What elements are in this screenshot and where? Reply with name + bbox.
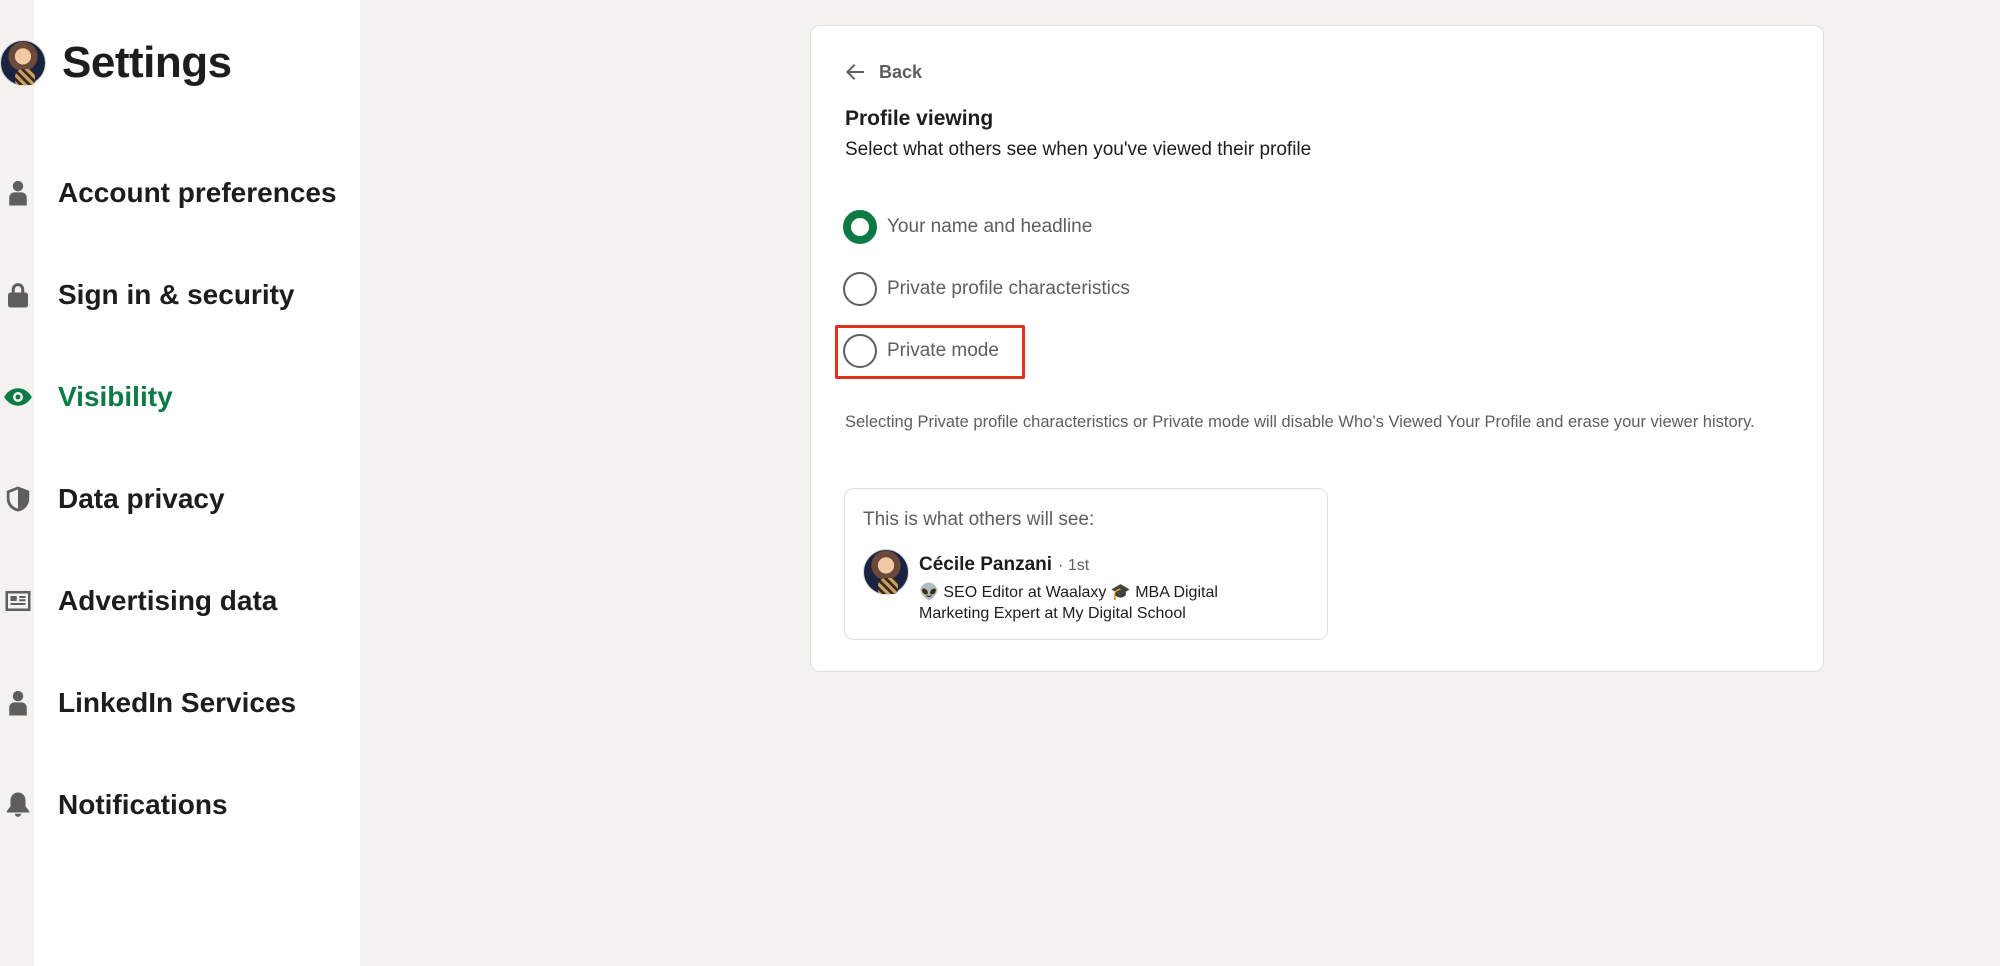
disclaimer-text: Selecting Private profile characteristic… bbox=[845, 413, 1755, 431]
lock-icon bbox=[0, 277, 36, 313]
section-title: Profile viewing bbox=[845, 107, 994, 130]
section-subtitle: Select what others see when you've viewe… bbox=[845, 139, 1312, 160]
sidebar-item-label: Data privacy bbox=[58, 483, 225, 514]
option-name-and-headline[interactable]: Your name and headline bbox=[843, 210, 1092, 244]
person-icon bbox=[0, 685, 36, 721]
settings-nav: Account preferences Sign in & security V… bbox=[0, 142, 360, 856]
sidebar-item-label: Account preferences bbox=[58, 177, 337, 208]
sidebar-item-label: LinkedIn Services bbox=[58, 687, 297, 718]
sidebar-item-sign-in-security[interactable]: Sign in & security bbox=[0, 244, 360, 346]
preview-card: This is what others will see: Cécile Pan… bbox=[844, 488, 1328, 640]
bell-icon bbox=[0, 787, 36, 823]
option-label: Private mode bbox=[887, 340, 999, 361]
sidebar-item-label: Advertising data bbox=[58, 585, 278, 616]
avatar[interactable] bbox=[0, 40, 46, 86]
page-title: Settings bbox=[62, 38, 232, 87]
person-icon bbox=[0, 175, 36, 211]
option-private-mode[interactable]: Private mode bbox=[843, 334, 999, 368]
sidebar-header: Settings bbox=[0, 38, 232, 88]
preview-headline: 👽 SEO Editor at Waalaxy 🎓 MBA Digital Ma… bbox=[919, 584, 1218, 622]
preview-heading: This is what others will see: bbox=[863, 509, 1095, 530]
back-label: Back bbox=[879, 61, 923, 82]
radio-button[interactable] bbox=[843, 334, 877, 368]
eye-icon bbox=[0, 379, 36, 415]
sidebar-item-label: Notifications bbox=[58, 789, 228, 820]
newspaper-icon bbox=[0, 583, 36, 619]
preview-avatar bbox=[863, 549, 909, 595]
shield-icon bbox=[0, 481, 36, 517]
sidebar-item-label: Sign in & security bbox=[58, 279, 295, 310]
radio-button-checked[interactable] bbox=[843, 210, 877, 244]
arrow-left-icon bbox=[846, 64, 864, 80]
option-private-profile-characteristics[interactable]: Private profile characteristics bbox=[843, 272, 1130, 306]
sidebar-item-linkedin-services[interactable]: LinkedIn Services bbox=[0, 652, 360, 754]
option-label: Private profile characteristics bbox=[887, 278, 1130, 299]
sidebar-item-label: Visibility bbox=[58, 381, 173, 412]
option-label: Your name and headline bbox=[887, 216, 1093, 237]
radio-button[interactable] bbox=[843, 272, 877, 306]
profile-viewing-card: Back Profile viewing Select what others … bbox=[810, 25, 1824, 672]
preview-name-line: Cécile Panzani · 1st bbox=[919, 554, 1089, 576]
sidebar: Settings Account preferences Sign in & s… bbox=[0, 0, 360, 966]
connection-degree: · 1st bbox=[1058, 557, 1090, 574]
back-button[interactable]: Back bbox=[843, 60, 922, 84]
sidebar-item-advertising-data[interactable]: Advertising data bbox=[0, 550, 360, 652]
preview-name: Cécile Panzani bbox=[919, 554, 1053, 575]
sidebar-item-data-privacy[interactable]: Data privacy bbox=[0, 448, 360, 550]
sidebar-item-visibility[interactable]: Visibility bbox=[0, 346, 360, 448]
sidebar-item-notifications[interactable]: Notifications bbox=[0, 754, 360, 856]
sidebar-item-account-preferences[interactable]: Account preferences bbox=[0, 142, 360, 244]
